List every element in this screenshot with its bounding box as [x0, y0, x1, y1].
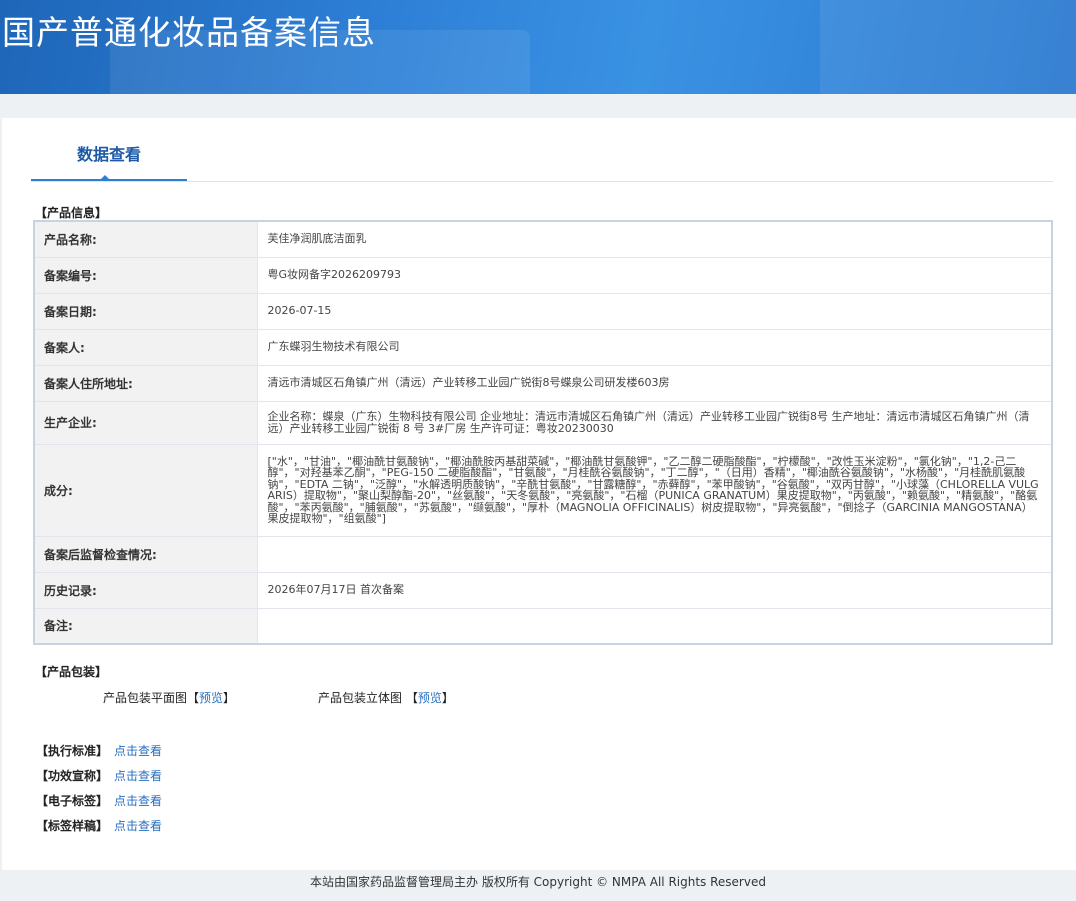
product-info-heading: 【产品信息】: [35, 206, 108, 220]
row-key-ingredients: 成分:: [34, 444, 258, 537]
electronic-label-row: 【电子标签】 点击查看: [36, 792, 162, 809]
packaging-flat-item: 产品包装平面图【预览】: [103, 689, 235, 706]
bracket-close: 】: [223, 691, 236, 705]
execution-standard-label: 【执行标准】: [36, 744, 109, 758]
row-key-record-date: 备案日期:: [34, 293, 258, 330]
table-row: 成分: ["水"，"甘油"，"椰油酰甘氨酸钠"，"椰油酰胺丙基甜菜碱"，"椰油酰…: [34, 444, 1052, 537]
packaging-solid-label: 产品包装立体图: [318, 691, 403, 705]
tab-active-caret-icon: [99, 175, 111, 181]
table-row: 产品名称: 芙佳净润肌底洁面乳: [34, 221, 1052, 258]
table-row: 历史记录: 2026年07月17日 首次备案: [34, 572, 1052, 609]
bracket-open: 【: [405, 691, 418, 705]
execution-standard-row: 【执行标准】 点击查看: [36, 742, 162, 759]
row-value-history: 2026年07月17日 首次备案: [257, 572, 1052, 609]
row-key-remarks: 备注:: [34, 608, 258, 645]
table-row: 备案后监督检查情况:: [34, 536, 1052, 573]
execution-standard-link[interactable]: 点击查看: [114, 744, 162, 758]
tab-bar: 数据查看: [31, 142, 1053, 182]
electronic-label-label: 【电子标签】: [36, 794, 109, 808]
row-value-registrant-address: 清远市清城区石角镇广州（清远）产业转移工业园广锐街8号蝶泉公司研发楼603房: [257, 365, 1052, 402]
label-draft-link[interactable]: 点击查看: [114, 819, 162, 833]
row-key-registrant: 备案人:: [34, 329, 258, 366]
table-row: 生产企业: 企业名称：蝶泉（广东）生物科技有限公司 企业地址：清远市清城区石角镇…: [34, 401, 1052, 445]
row-key-manufacturer: 生产企业:: [34, 401, 258, 445]
table-row: 备案人: 广东蝶羽生物技术有限公司: [34, 329, 1052, 366]
packaging-flat-label: 产品包装平面图: [103, 691, 188, 705]
electronic-label-link[interactable]: 点击查看: [114, 794, 162, 808]
product-info-table: 产品名称: 芙佳净润肌底洁面乳 备案编号: 粤G妆网备字2026209793 备…: [33, 220, 1053, 645]
preview-flat-link[interactable]: 预览: [199, 691, 223, 705]
efficacy-claim-link[interactable]: 点击查看: [114, 769, 162, 783]
page-title: 国产普通化妆品备案信息: [2, 13, 376, 52]
table-row: 备案编号: 粤G妆网备字2026209793: [34, 257, 1052, 294]
content-panel: 数据查看 【产品信息】 产品名称: 芙佳净润肌底洁面乳 备案编号: 粤G妆网备字…: [2, 118, 1076, 870]
bracket-open: 【: [187, 691, 200, 705]
preview-solid-link[interactable]: 预览: [418, 691, 442, 705]
row-key-registrant-address: 备案人住所地址:: [34, 365, 258, 402]
row-value-ingredients: ["水"，"甘油"，"椰油酰甘氨酸钠"，"椰油酰胺丙基甜菜碱"，"椰油酰甘氨酸钾…: [257, 444, 1052, 537]
table-row: 备注:: [34, 608, 1052, 645]
efficacy-claim-label: 【功效宣称】: [36, 769, 109, 783]
row-value-record-number: 粤G妆网备字2026209793: [257, 257, 1052, 294]
label-draft-row: 【标签样稿】 点击查看: [36, 817, 162, 834]
packaging-solid-item: 产品包装立体图 【预览】: [318, 689, 454, 706]
label-draft-label: 【标签样稿】: [36, 819, 109, 833]
row-value-post-inspection: [257, 536, 1052, 573]
row-value-manufacturer: 企业名称：蝶泉（广东）生物科技有限公司 企业地址：清远市清城区石角镇广州（清远）…: [257, 401, 1052, 445]
row-key-post-inspection: 备案后监督检查情况:: [34, 536, 258, 573]
row-value-record-date: 2026-07-15: [257, 293, 1052, 330]
row-key-product-name: 产品名称:: [34, 221, 258, 258]
row-value-registrant: 广东蝶羽生物技术有限公司: [257, 329, 1052, 366]
bracket-close: 】: [441, 691, 454, 705]
row-key-history: 历史记录:: [34, 572, 258, 609]
packaging-heading: 【产品包装】: [35, 665, 108, 679]
header-banner: 国产普通化妆品备案信息: [0, 0, 1076, 94]
row-value-remarks: [257, 608, 1052, 645]
table-row: 备案日期: 2026-07-15: [34, 293, 1052, 330]
row-key-record-number: 备案编号:: [34, 257, 258, 294]
table-row: 备案人住所地址: 清远市清城区石角镇广州（清远）产业转移工业园广锐街8号蝶泉公司…: [34, 365, 1052, 402]
row-value-product-name: 芙佳净润肌底洁面乳: [257, 221, 1052, 258]
footer-copyright: 本站由国家药品监督管理局主办 版权所有 Copyright © NMPA All…: [310, 875, 766, 889]
efficacy-claim-row: 【功效宣称】 点击查看: [36, 767, 162, 784]
